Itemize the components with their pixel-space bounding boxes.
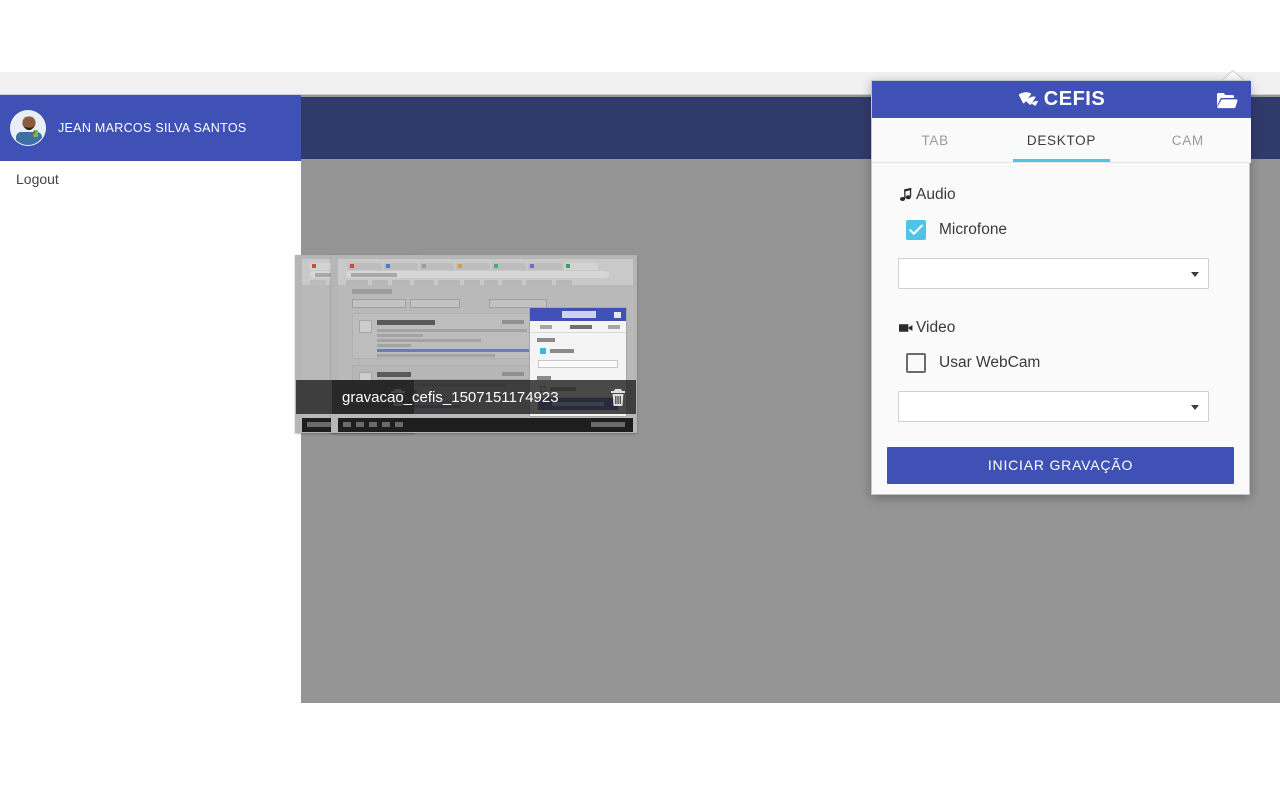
sidebar: JEAN MARCOS SILVA SANTOS Logout — [0, 95, 301, 704]
brand: CEFIS — [1018, 88, 1105, 111]
audio-section-title: Audio — [898, 186, 1225, 204]
open-folder-icon[interactable] — [1215, 90, 1239, 110]
mini-popup-tabs — [530, 321, 626, 333]
brand-name: CEFIS — [1043, 88, 1106, 110]
sidebar-menu: Logout — [0, 161, 301, 197]
video-camera-icon-glyph — [899, 324, 913, 332]
chevron-down-icon — [1191, 405, 1199, 410]
video-device-select[interactable] — [898, 391, 1209, 422]
mini-popup-header — [530, 308, 626, 321]
video-camera-icon — [898, 320, 914, 336]
recording-card-footer: gravacao_cefis_1507151174923 — [332, 380, 636, 414]
mini-tab-row — [346, 263, 627, 270]
open-folder-icon-glyph — [1217, 93, 1238, 109]
popup-tabs: TAB DESKTOP CAM — [872, 118, 1251, 163]
video-section-label: Video — [916, 319, 956, 336]
audio-device-select[interactable] — [898, 258, 1209, 289]
mini-list-item — [352, 313, 553, 359]
trash-icon-glyph — [611, 389, 625, 406]
popup-footer: INICIAR GRAVAÇÃO — [872, 436, 1249, 494]
iniciar-gravacao-button[interactable]: INICIAR GRAVAÇÃO — [887, 446, 1234, 484]
popup-header: CEFIS — [872, 81, 1251, 118]
audio-section-label: Audio — [916, 186, 956, 203]
popup-body: Audio Microfone Video Usar WebCam — [872, 164, 1251, 436]
music-note-icon — [898, 187, 914, 203]
screen: JEAN MARCOS SILVA SANTOS Logout gravacao… — [0, 0, 1280, 800]
usar-webcam-checkbox[interactable] — [906, 353, 926, 373]
usar-webcam-checkbox-row: Usar WebCam — [906, 353, 1225, 373]
music-note-icon-glyph — [900, 187, 912, 201]
mini-page-heading — [352, 289, 392, 294]
tab-tab[interactable]: TAB — [872, 118, 998, 162]
cefis-extension-popup: CEFIS TAB DESKTOP CAM Audio Microfone Vi… — [871, 80, 1251, 495]
recording-card[interactable]: gravacao_cefis_1507151174923 — [331, 255, 637, 433]
avatar — [10, 110, 46, 146]
microfone-checkbox-label: Microfone — [939, 221, 1008, 238]
mini-browser-chrome — [338, 259, 633, 286]
tab-desktop[interactable]: DESKTOP — [998, 118, 1124, 162]
recording-filename: gravacao_cefis_1507151174923 — [342, 388, 559, 406]
sidebar-user-name: JEAN MARCOS SILVA SANTOS — [58, 121, 247, 135]
user-photo-avatar-icon — [11, 111, 45, 145]
chevron-down-icon — [1191, 272, 1199, 277]
trash-icon[interactable] — [610, 388, 626, 406]
microfone-checkbox[interactable] — [906, 220, 926, 240]
microfone-checkbox-row: Microfone — [906, 220, 1225, 240]
cefis-book-logo-icon — [1018, 91, 1040, 109]
mini-taskbar — [338, 418, 633, 432]
sidebar-user-header: JEAN MARCOS SILVA SANTOS — [0, 95, 301, 161]
video-section-title: Video — [898, 319, 1225, 337]
sidebar-item-logout[interactable]: Logout — [0, 161, 301, 197]
tab-cam[interactable]: CAM — [1125, 118, 1251, 162]
check-icon — [909, 224, 923, 235]
mini-omnibox — [346, 271, 609, 278]
usar-webcam-checkbox-label: Usar WebCam — [939, 354, 1041, 371]
browser-chrome-top — [0, 0, 1280, 72]
